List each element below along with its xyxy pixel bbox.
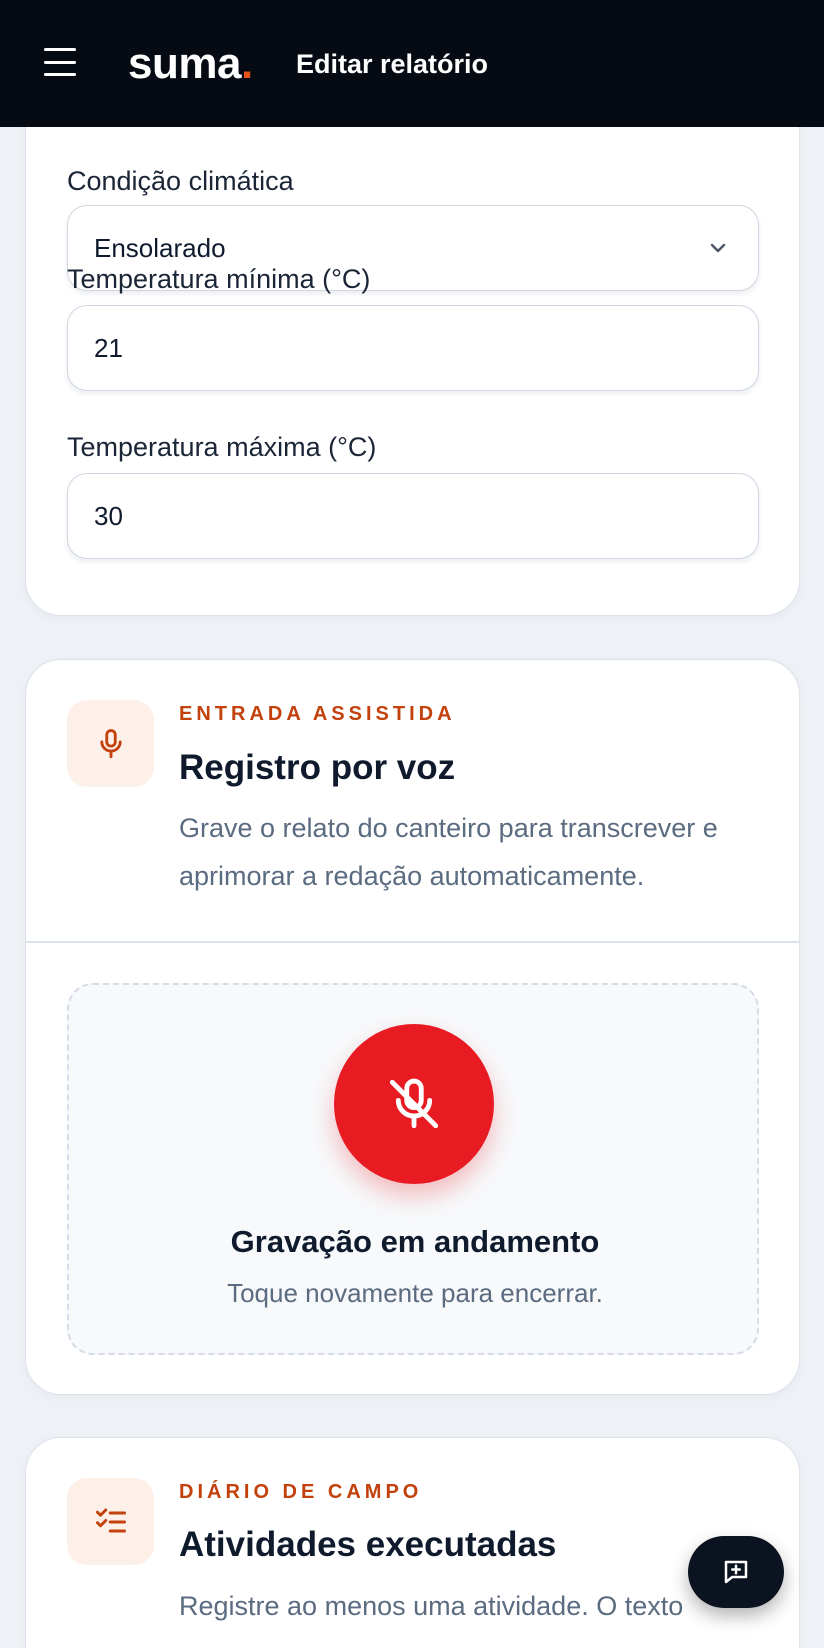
condition-select-value: Ensolarado	[94, 232, 226, 263]
top-app-bar: suma. Editar relatório	[0, 0, 824, 127]
microphone-icon	[99, 728, 122, 758]
voice-icon-tile	[67, 700, 154, 787]
voice-description: Grave o relato do canteiro para transcre…	[179, 813, 718, 891]
temp-min-label: Temperatura mínima (°C)	[67, 264, 371, 294]
activities-card: DIÁRIO DE CAMPO Atividades executadas Re…	[25, 1437, 800, 1648]
chevron-down-icon	[710, 243, 726, 253]
voice-divider	[26, 941, 799, 943]
page-title: Editar relatório	[296, 49, 489, 79]
logo-text: suma	[128, 39, 241, 88]
weather-card: Condição climática Ensolarado Temperatur…	[25, 60, 800, 616]
recording-status-hint: Toque novamente para encerrar.	[227, 1278, 603, 1308]
recording-zone: Gravação em andamento Toque novamente pa…	[67, 983, 759, 1355]
message-plus-icon	[724, 1560, 748, 1584]
activities-eyebrow: DIÁRIO DE CAMPO	[179, 1481, 423, 1503]
new-message-button[interactable]	[688, 1536, 784, 1608]
temp-min-value: 21	[94, 332, 123, 363]
temp-max-value: 30	[94, 500, 123, 531]
temp-min-input[interactable]: 21	[67, 305, 759, 391]
microphone-off-icon	[389, 1078, 439, 1129]
logo-dot: .	[240, 39, 253, 88]
activities-description: Registre ao menos uma atividade. O texto	[179, 1591, 684, 1621]
stop-recording-button[interactable]	[334, 1024, 494, 1184]
logo[interactable]: suma.	[128, 38, 253, 90]
activities-title: Atividades executadas	[179, 1525, 557, 1564]
activities-icon-tile	[67, 1478, 154, 1565]
condition-label: Condição climática	[67, 166, 294, 196]
voice-eyebrow: ENTRADA ASSISTIDA	[179, 703, 456, 725]
voice-title: Registro por voz	[179, 748, 456, 787]
temp-max-input[interactable]: 30	[67, 473, 759, 559]
checklist-icon	[95, 1508, 126, 1532]
hamburger-menu-icon[interactable]	[44, 48, 76, 76]
temp-max-label: Temperatura máxima (°C)	[67, 432, 377, 462]
recording-status-title: Gravação em andamento	[230, 1224, 600, 1259]
page: suma. Editar relatório Condição climátic…	[0, 0, 824, 1648]
voice-record-card: ENTRADA ASSISTIDA Registro por voz Grave…	[25, 659, 800, 1395]
